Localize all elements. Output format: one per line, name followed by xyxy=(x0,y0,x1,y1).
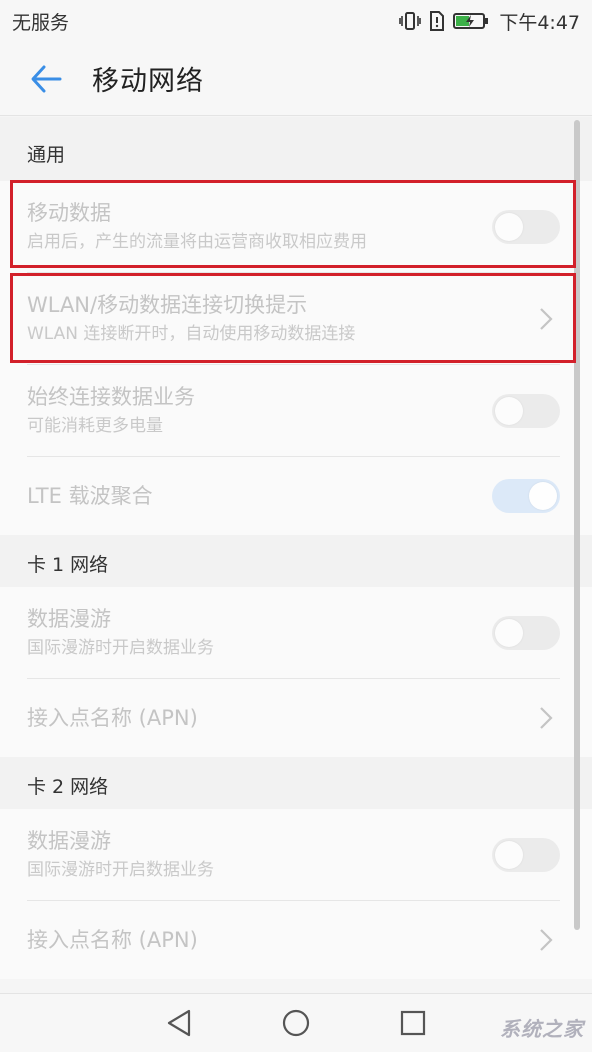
nav-recents-button[interactable] xyxy=(393,1003,433,1043)
status-icons: 下午4:47 xyxy=(399,8,580,35)
status-bar: 无服务 下午4:47 xyxy=(0,0,592,42)
vibrate-icon xyxy=(399,11,422,31)
setting-wlan-switch-prompt[interactable]: WLAN/移动数据连接切换提示 WLAN 连接断开时，自动使用移动数据连接 xyxy=(27,273,560,365)
lte-ca-switch[interactable] xyxy=(492,479,560,513)
setting-title: 接入点名称 (APN) xyxy=(27,706,198,730)
setting-title: 移动数据 xyxy=(27,200,111,225)
sim2-roaming-switch[interactable] xyxy=(492,837,560,872)
section-header-general: 通用 xyxy=(0,117,592,181)
circle-home-icon xyxy=(282,1009,310,1037)
setting-always-on-data[interactable]: 始终连接数据业务 可能消耗更多电量 xyxy=(27,365,560,457)
scrollbar[interactable] xyxy=(574,120,580,930)
setting-sim2-apn[interactable]: 接入点名称 (APN) xyxy=(27,901,560,979)
section-general: 移动数据 启用后，产生的流量将由运营商收取相应费用 WLAN/移动数据连接切换提… xyxy=(0,181,592,535)
setting-sim2-data-roaming[interactable]: 数据漫游 国际漫游时开启数据业务 xyxy=(27,809,560,901)
setting-subtitle: WLAN 连接断开时，自动使用移动数据连接 xyxy=(27,323,356,344)
setting-sim1-apn[interactable]: 接入点名称 (APN) xyxy=(27,679,560,757)
always-on-data-switch[interactable] xyxy=(492,393,560,428)
chevron-right-icon xyxy=(536,923,556,957)
chevron-right-icon xyxy=(536,302,556,336)
section-header-sim2: 卡 2 网络 xyxy=(0,757,592,809)
sim-alert-icon xyxy=(429,11,445,31)
triangle-back-icon xyxy=(167,1009,190,1037)
watermark-logo: 系统之家 xyxy=(500,1017,584,1041)
battery-charging-icon xyxy=(453,13,489,29)
carrier-text: 无服务 xyxy=(12,11,70,34)
section-header-sim1: 卡 1 网络 xyxy=(0,535,592,587)
section-sim2: 数据漫游 国际漫游时开启数据业务 接入点名称 (APN) xyxy=(0,809,592,979)
settings-list[interactable]: 通用 移动数据 启用后，产生的流量将由运营商收取相应费用 WLAN/移动数据连接… xyxy=(0,117,592,993)
sim1-roaming-switch[interactable] xyxy=(492,615,560,650)
setting-sim1-data-roaming[interactable]: 数据漫游 国际漫游时开启数据业务 xyxy=(27,587,560,679)
setting-title: LTE 载波聚合 xyxy=(27,484,153,508)
setting-title: 数据漫游 xyxy=(27,828,111,853)
setting-subtitle: 国际漫游时开启数据业务 xyxy=(27,637,214,658)
page-title: 移动网络 xyxy=(92,66,204,97)
setting-subtitle: 国际漫游时开启数据业务 xyxy=(27,859,214,880)
back-button[interactable] xyxy=(0,42,92,116)
setting-subtitle: 启用后，产生的流量将由运营商收取相应费用 xyxy=(27,231,367,252)
chevron-right-icon xyxy=(536,701,556,735)
setting-subtitle: 可能消耗更多电量 xyxy=(27,415,163,436)
app-bar: 移动网络 xyxy=(0,42,592,116)
screen: 无服务 下午4:47 移动网络 通用 移动数据 启用后，产生的流量将由运营商收取… xyxy=(0,0,592,1052)
setting-title: 数据漫游 xyxy=(27,606,111,631)
setting-lte-carrier-aggregation[interactable]: LTE 载波聚合 xyxy=(27,457,560,535)
clock-text: 下午4:47 xyxy=(499,11,580,34)
section-sim1: 数据漫游 国际漫游时开启数据业务 接入点名称 (APN) xyxy=(0,587,592,757)
arrow-left-icon xyxy=(31,65,62,92)
nav-home-button[interactable] xyxy=(276,1003,316,1043)
setting-title: 始终连接数据业务 xyxy=(27,384,195,409)
setting-title: WLAN/移动数据连接切换提示 xyxy=(27,292,308,317)
mobile-data-switch[interactable] xyxy=(492,209,560,244)
nav-back-button[interactable] xyxy=(159,1003,199,1043)
setting-mobile-data[interactable]: 移动数据 启用后，产生的流量将由运营商收取相应费用 xyxy=(27,181,560,273)
square-recents-icon xyxy=(401,1010,426,1036)
setting-title: 接入点名称 (APN) xyxy=(27,928,198,952)
